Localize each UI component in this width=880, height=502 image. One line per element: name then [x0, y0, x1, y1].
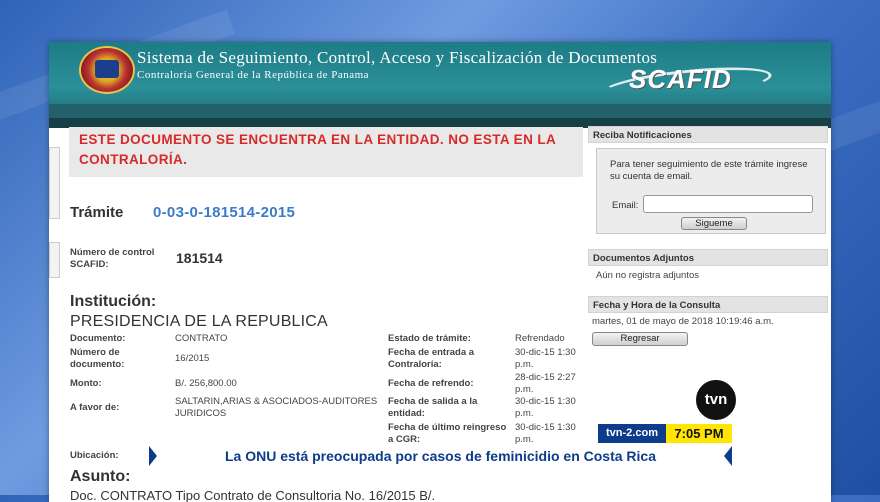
email-label: Email:	[612, 200, 639, 211]
left-panel-edge	[49, 242, 60, 278]
back-button[interactable]: Regresar	[592, 332, 688, 346]
query-time-header: Fecha y Hora de la Consulta	[588, 296, 828, 313]
tvn-channel-logo: tvn	[694, 378, 738, 422]
field-value: 16/2015	[175, 353, 210, 364]
field-label: Número de documento:	[70, 347, 125, 370]
field-label: Documento:	[70, 333, 126, 344]
institution-value: PRESIDENCIA DE LA REPUBLICA	[70, 313, 328, 330]
scafid-logo[interactable]: SCAFID	[629, 64, 732, 95]
control-number-value: 181514	[176, 250, 223, 266]
broadcast-time: 7:05 PM	[666, 424, 732, 443]
system-title: Sistema de Seguimiento, Control, Acceso …	[137, 48, 658, 67]
field-value: B/. 256,800.00	[175, 378, 237, 389]
field-label: A favor de:	[70, 402, 120, 413]
field-label: Fecha de último reingreso a CGR:	[388, 422, 507, 445]
query-time-value: martes, 01 de mayo de 2018 10:19:46 a.m.	[592, 316, 774, 327]
asunto-label: Asunto:	[70, 468, 131, 485]
field-value: CONTRATO	[175, 333, 228, 344]
field-value: 30-dic-15 1:30 p.m.	[515, 347, 576, 370]
field-value: 28-dic-15 2:27 p.m.	[515, 372, 576, 395]
follow-button[interactable]: Sigueme	[681, 217, 747, 230]
field-label: Estado de trámite:	[388, 333, 471, 344]
field-value: 30-dic-15 1:30 p.m.	[515, 422, 576, 445]
field-label: Ubicación:	[70, 450, 119, 461]
system-subtitle: Contraloría General de la República de P…	[137, 69, 370, 81]
left-panel-edge	[49, 147, 60, 219]
asunto-value: Doc. CONTRATO Tipo Contrato de Consultor…	[70, 488, 436, 502]
field-value: Refrendado	[515, 333, 565, 344]
attachments-header: Documentos Adjuntos	[588, 249, 828, 266]
header-band	[49, 104, 831, 118]
field-label: Fecha de refrendo:	[388, 378, 474, 389]
notifications-header: Reciba Notificaciones	[588, 126, 828, 143]
news-ticker: La ONU está preocupada por casos de femi…	[149, 446, 732, 466]
coat-of-arms-emblem	[79, 46, 135, 94]
channel-url: tvn-2.com	[598, 424, 666, 443]
tramite-number: 0-03-0-181514-2015	[153, 204, 296, 221]
control-number-label: Número de control SCAFID:	[70, 247, 155, 270]
field-value: 30-dic-15 1:30 p.m.	[515, 396, 576, 419]
status-alert: ESTE DOCUMENTO SE ENCUENTRA EN LA ENTIDA…	[69, 127, 583, 177]
field-label: Fecha de salida a la entidad:	[388, 396, 478, 419]
tramite-label: Trámite	[70, 204, 124, 221]
field-value: SALTARIN,ARIAS & ASOCIADOS-AUDITORES JUR…	[175, 396, 378, 419]
field-label: Fecha de entrada a Contraloría:	[388, 347, 475, 370]
ticker-left-marker	[149, 446, 157, 466]
attachments-text: Aún no registra adjuntos	[596, 270, 699, 281]
ticker-right-marker	[724, 446, 732, 466]
email-input[interactable]	[643, 195, 813, 213]
institution-label: Institución:	[70, 293, 157, 310]
notifications-text: Para tener seguimiento de este trámite i…	[610, 159, 808, 182]
notifications-box: Para tener seguimiento de este trámite i…	[596, 148, 826, 234]
field-label: Monto:	[70, 378, 102, 389]
